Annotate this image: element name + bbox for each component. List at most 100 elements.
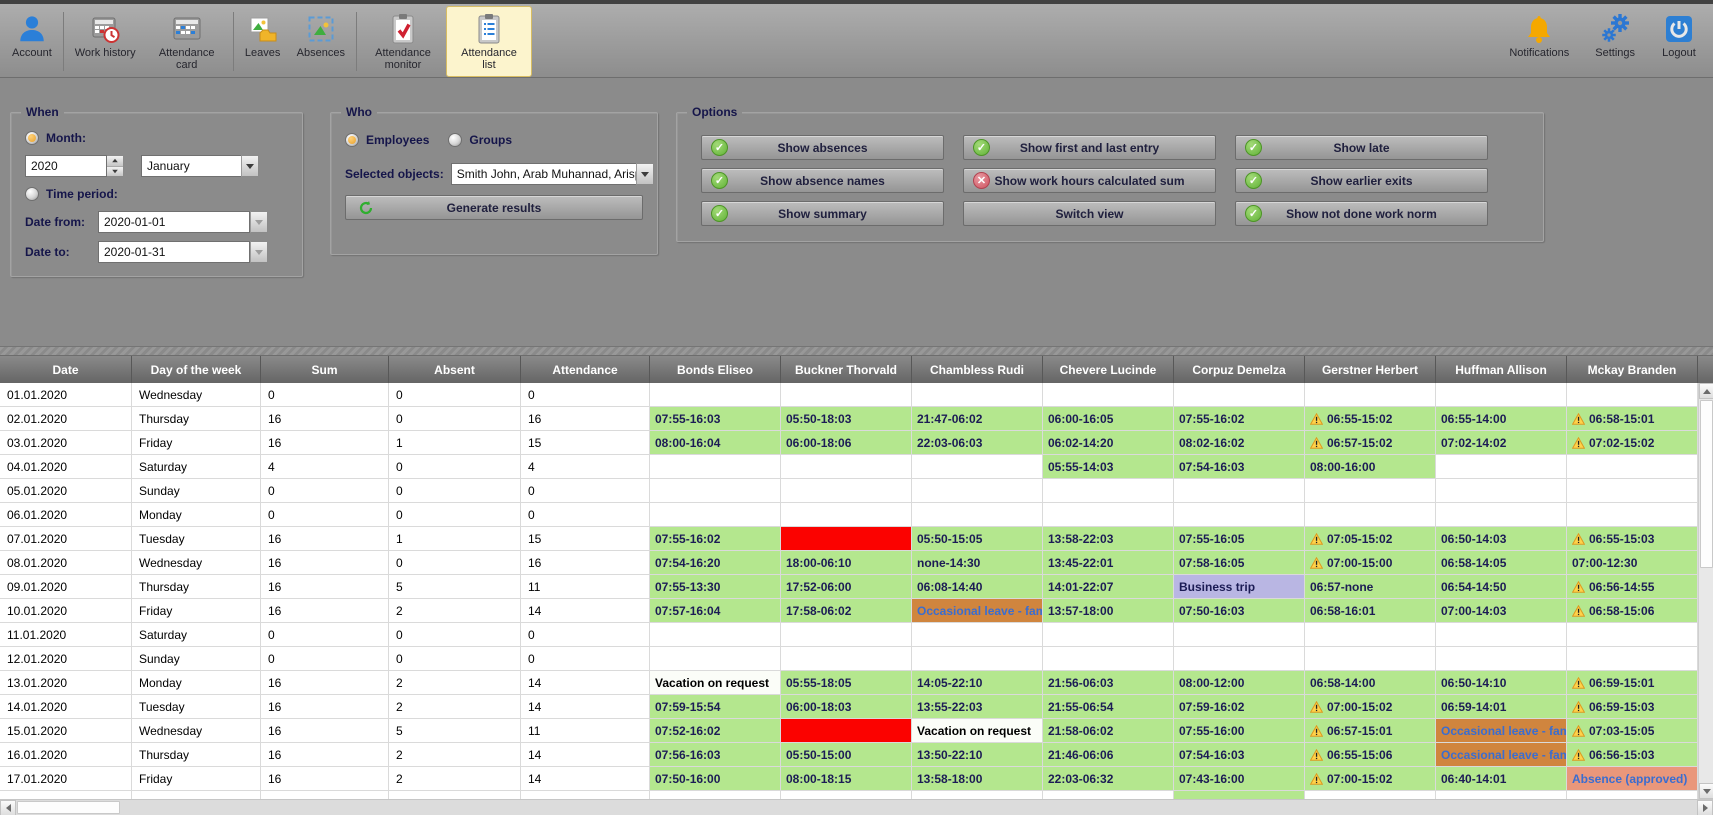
show-summary-button[interactable]: Show summary [701, 201, 944, 226]
cell-text: 06:59-15:03 [1589, 700, 1654, 714]
cell-employee-gerstner-herbert: 06:57-15:01 [1305, 719, 1436, 742]
cell-text: 07:55-16:00 [1179, 724, 1244, 738]
month-select[interactable]: January [141, 155, 259, 177]
scroll-left-button[interactable] [0, 800, 16, 815]
column-header-mckay-branden[interactable]: Mckay Branden [1567, 356, 1698, 383]
show-work-hours-calculated-sum-button[interactable]: Show work hours calculated sum [963, 168, 1216, 193]
month-select-arrow[interactable] [241, 155, 259, 177]
toolbar-button-logout[interactable]: Logout [1653, 6, 1705, 77]
show-first-and-last-entry-button[interactable]: Show first and last entry [963, 135, 1216, 160]
cell-text: 07:00-15:00 [1327, 556, 1392, 570]
vertical-scrollbar[interactable] [1698, 383, 1713, 799]
warning-icon [1310, 773, 1323, 785]
horizontal-scrollbar[interactable] [0, 799, 1713, 815]
selected-objects-arrow[interactable] [636, 163, 654, 185]
show-late-button[interactable]: Show late [1235, 135, 1488, 160]
cell-text: 06:58-15:06 [1589, 604, 1654, 618]
column-header-sum[interactable]: Sum [261, 356, 389, 383]
year-spin-down-button[interactable] [107, 167, 123, 177]
warning-icon [1310, 701, 1323, 713]
toolbar-button-absences[interactable]: Absences [289, 6, 353, 77]
option-button-label: Show late [1333, 141, 1389, 155]
cell-text: 14:01-22:07 [1048, 580, 1113, 594]
column-header-chambless-rudi[interactable]: Chambless Rudi [912, 356, 1043, 383]
toolbar-button-attendance-list[interactable]: Attendance list [446, 6, 532, 77]
column-header-date[interactable]: Date [0, 356, 132, 383]
cell-employee-bonds-eliseo [650, 383, 781, 406]
cell-text: 21:56-06:03 [1048, 676, 1113, 690]
scroll-up-button[interactable] [1699, 383, 1713, 399]
cell-employee-gerstner-herbert: 06:58-14:00 [1305, 671, 1436, 694]
column-header-buckner-thorvald[interactable]: Buckner Thorvald [781, 356, 912, 383]
month-radio-label: Month: [46, 131, 86, 145]
cell-day-of-week: Thursday [132, 743, 261, 766]
cell-employee-corpuz-demelza: Business trip [1174, 575, 1305, 598]
scroll-down-button[interactable] [1699, 783, 1713, 799]
generate-results-button[interactable]: Generate results [345, 195, 643, 220]
toolbar-button-notifications[interactable]: Notifications [1501, 6, 1577, 77]
switch-view-button[interactable]: Switch view [963, 201, 1216, 226]
show-absence-names-button[interactable]: Show absence names [701, 168, 944, 193]
column-header-bonds-eliseo[interactable]: Bonds Eliseo [650, 356, 781, 383]
toolbar-separator [233, 12, 234, 71]
month-radio[interactable] [25, 131, 39, 145]
cell-employee-mckay-branden [1567, 647, 1698, 670]
cell-text: 07:59-15:54 [655, 700, 720, 714]
cell-employee-chambless-rudi: 13:55-22:03 [912, 695, 1043, 718]
cell-text: 13:50-22:10 [917, 748, 982, 762]
panel-splitter[interactable] [0, 346, 1713, 356]
cell-employee-chambless-rudi [912, 503, 1043, 526]
option-button-label: Show earlier exits [1310, 174, 1412, 188]
cell-date: 08.01.2020 [0, 551, 132, 574]
column-header-absent[interactable]: Absent [389, 356, 521, 383]
column-header-chevere-lucinde[interactable]: Chevere Lucinde [1043, 356, 1174, 383]
cell-absent: 0 [389, 383, 521, 406]
year-spin-up-button[interactable] [107, 156, 123, 167]
cell-employee-bonds-eliseo: 07:55-16:02 [650, 527, 781, 550]
vertical-scroll-thumb[interactable] [1700, 400, 1713, 568]
scroll-right-button[interactable] [1697, 800, 1713, 815]
date-to-arrow[interactable] [250, 241, 268, 263]
cell-day-of-week: Monday [132, 503, 261, 526]
table-row: 06.01.2020Monday000 [0, 503, 1698, 527]
cell-employee-chevere-lucinde: 21:46-06:06 [1043, 743, 1174, 766]
column-header-day-of-the-week[interactable]: Day of the week [132, 356, 261, 383]
date-from-input[interactable] [98, 211, 250, 233]
cell-attendance: 11 [521, 575, 650, 598]
toolbar-button-leaves[interactable]: Leaves [237, 6, 289, 77]
toolbar-button-work-history[interactable]: Work history [67, 6, 144, 77]
date-from-arrow[interactable] [250, 211, 268, 233]
cell-employee-bonds-eliseo: 07:57-16:04 [650, 599, 781, 622]
options-fieldset: Options Show absencesShow first and last… [676, 112, 1544, 242]
cell-text: 22:03-06:03 [917, 436, 982, 450]
employees-radio[interactable] [345, 133, 359, 147]
cell-employee-corpuz-demelza: 07:50-16:03 [1174, 599, 1305, 622]
toolbar-button-label: Attendance card [152, 47, 222, 71]
toolbar-button-attendance-card[interactable]: Attendance card [144, 6, 230, 77]
column-header-huffman-allison[interactable]: Huffman Allison [1436, 356, 1567, 383]
show-earlier-exits-button[interactable]: Show earlier exits [1235, 168, 1488, 193]
column-header-gerstner-herbert[interactable]: Gerstner Herbert [1305, 356, 1436, 383]
year-input[interactable] [25, 155, 107, 177]
column-header-attendance[interactable]: Attendance [521, 356, 650, 383]
cell-attendance: 14 [521, 599, 650, 622]
show-not-done-work-norm-button[interactable]: Show not done work norm [1235, 201, 1488, 226]
groups-radio[interactable] [448, 133, 462, 147]
cell-employee-bonds-eliseo [650, 479, 781, 502]
toolbar-button-label: Settings [1595, 47, 1635, 59]
cell-sum: 16 [261, 671, 389, 694]
toolbar-button-settings[interactable]: Settings [1587, 6, 1643, 77]
toolbar-button-account[interactable]: Account [4, 6, 60, 77]
cell-text: 06:56-14:55 [1589, 580, 1654, 594]
toolbar-button-attendance-monitor[interactable]: Attendance monitor [360, 6, 446, 77]
cell-employee-gerstner-herbert [1305, 503, 1436, 526]
who-fieldset: Who Employees Groups Selected objects: S… [330, 112, 658, 255]
time-period-radio[interactable] [25, 187, 39, 201]
selected-objects-select[interactable]: Smith John, Arab Muhannad, Arispe An [451, 163, 654, 185]
column-header-corpuz-demelza[interactable]: Corpuz Demelza [1174, 356, 1305, 383]
cell-employee-corpuz-demelza: 08:00-12:00 [1174, 671, 1305, 694]
horizontal-scroll-thumb[interactable] [17, 801, 120, 814]
date-to-input[interactable] [98, 241, 250, 263]
show-absences-button[interactable]: Show absences [701, 135, 944, 160]
cell-employee-corpuz-demelza: 07:54-16:03 [1174, 743, 1305, 766]
